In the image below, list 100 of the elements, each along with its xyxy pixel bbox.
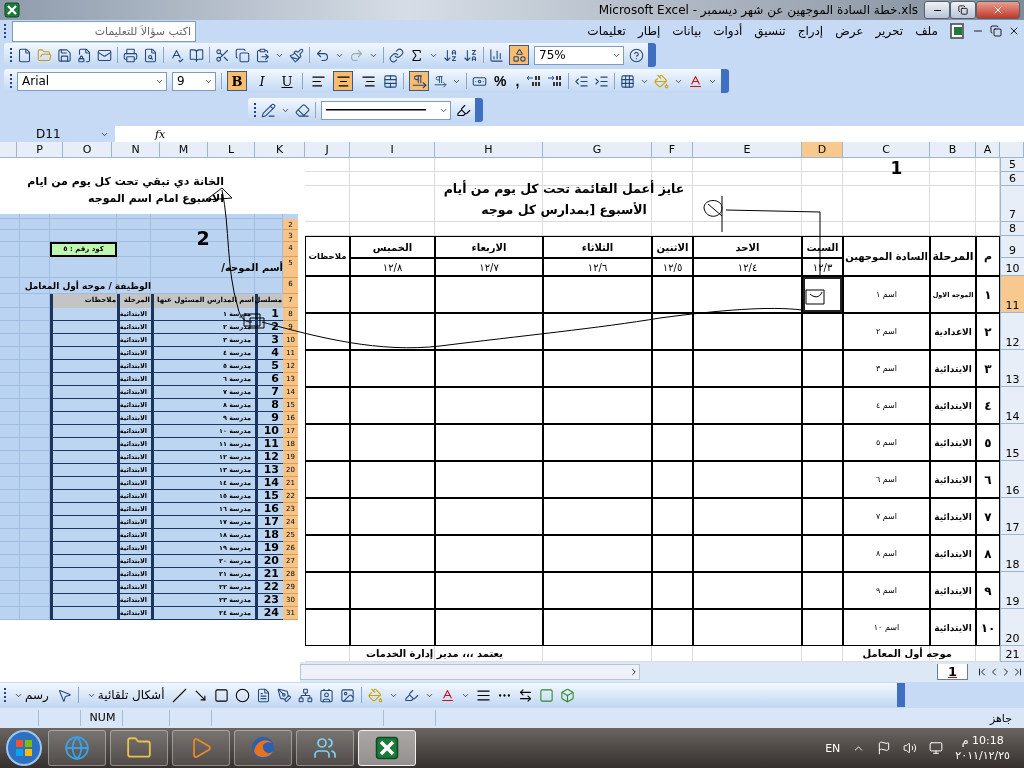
- eraser-icon[interactable]: [295, 102, 310, 118]
- speaker-icon[interactable]: [903, 741, 918, 755]
- table-cell[interactable]: [435, 350, 543, 387]
- column-header[interactable]: L: [208, 142, 255, 157]
- active-cell[interactable]: [802, 276, 843, 313]
- table-cell[interactable]: [802, 609, 843, 646]
- table-cell[interactable]: [802, 387, 843, 424]
- table-cell[interactable]: [802, 535, 843, 572]
- table-cell[interactable]: [802, 350, 843, 387]
- globe-icon[interactable]: [64, 735, 90, 761]
- network-icon[interactable]: [929, 741, 944, 755]
- table-cell[interactable]: [652, 387, 693, 424]
- merge-cells-icon[interactable]: [383, 73, 398, 89]
- row-header[interactable]: 6: [1000, 172, 1024, 186]
- printer-icon[interactable]: [123, 47, 138, 63]
- row-header[interactable]: 11: [1000, 276, 1024, 313]
- percent-style-button[interactable]: %: [492, 73, 509, 89]
- rectangle-icon[interactable]: [214, 687, 230, 703]
- pen-icon[interactable]: [277, 687, 293, 703]
- bold-button[interactable]: B: [227, 71, 247, 91]
- table-cell[interactable]: [543, 461, 652, 498]
- column-header[interactable]: K: [255, 142, 305, 157]
- table-cell[interactable]: [305, 535, 350, 572]
- sheet-tab[interactable]: 1: [936, 664, 968, 680]
- table-cell[interactable]: [435, 387, 543, 424]
- paintbrush-icon[interactable]: [289, 47, 304, 63]
- table-cell[interactable]: [350, 350, 435, 387]
- indent-decrease-icon[interactable]: [574, 73, 590, 89]
- table-cell[interactable]: [305, 313, 350, 350]
- menu-item[interactable]: عرض: [835, 24, 864, 38]
- oval-icon[interactable]: [235, 687, 251, 703]
- table-cell[interactable]: [350, 387, 435, 424]
- indent-increase-icon[interactable]: [594, 73, 610, 89]
- table-cell[interactable]: [652, 572, 693, 609]
- table-cell[interactable]: [350, 535, 435, 572]
- table-cell[interactable]: [435, 424, 543, 461]
- line-icon[interactable]: [172, 687, 188, 703]
- table-cell[interactable]: [693, 461, 802, 498]
- minimize-button[interactable]: [924, 1, 950, 19]
- table-cell[interactable]: [435, 572, 543, 609]
- table-cell[interactable]: [693, 424, 802, 461]
- new-file-icon[interactable]: [17, 47, 32, 63]
- row-header[interactable]: 10: [1000, 258, 1024, 276]
- row-header[interactable]: 9: [1000, 236, 1024, 258]
- cube-icon[interactable]: [560, 687, 576, 703]
- table-cell[interactable]: [693, 535, 802, 572]
- table-cell[interactable]: [652, 424, 693, 461]
- table-cell[interactable]: [305, 350, 350, 387]
- column-header[interactable]: M: [160, 142, 208, 157]
- table-cell[interactable]: [543, 313, 652, 350]
- clock[interactable]: 10:18 م ٢٠١١/١٢/٢٥: [955, 733, 1020, 763]
- table-cell[interactable]: [350, 572, 435, 609]
- column-header[interactable]: N: [112, 142, 160, 157]
- menu-item[interactable]: بيانات: [672, 24, 702, 38]
- row-header[interactable]: 7: [1000, 186, 1024, 222]
- table-cell[interactable]: [693, 609, 802, 646]
- pilcrow-icon[interactable]: [434, 74, 447, 88]
- table-cell[interactable]: [435, 535, 543, 572]
- restore-icon[interactable]: [958, 5, 968, 15]
- table-cell[interactable]: [435, 609, 543, 646]
- row-header[interactable]: 8: [1000, 222, 1024, 236]
- sort-descending-icon[interactable]: [463, 47, 478, 63]
- restore-icon[interactable]: [990, 25, 1002, 37]
- cut-icon[interactable]: [215, 47, 230, 63]
- shadow-icon[interactable]: [539, 687, 555, 703]
- horizontal-scrollbar[interactable]: [300, 664, 640, 680]
- excel-logo-icon[interactable]: [375, 736, 399, 760]
- pointer-icon[interactable]: [56, 687, 72, 703]
- table-cell[interactable]: [543, 350, 652, 387]
- menu-item[interactable]: إطار: [637, 24, 661, 38]
- table-cell[interactable]: [652, 535, 693, 572]
- decrease-decimal-icon[interactable]: [547, 75, 564, 87]
- first-sheet-icon[interactable]: [976, 666, 988, 678]
- contact-card-icon[interactable]: [319, 687, 335, 703]
- flag-icon[interactable]: [877, 741, 892, 755]
- menu-item[interactable]: إدراج: [797, 24, 824, 38]
- row-header[interactable]: 20: [1000, 609, 1024, 646]
- table-cell[interactable]: [435, 313, 543, 350]
- menu-item[interactable]: تعليمات: [587, 24, 626, 38]
- column-header[interactable]: O: [63, 142, 112, 157]
- sum-icon[interactable]: [409, 47, 424, 63]
- table-cell[interactable]: [802, 313, 843, 350]
- borders-icon[interactable]: [620, 73, 636, 89]
- arrow-style-icon[interactable]: [518, 687, 534, 703]
- diagram-icon[interactable]: [298, 687, 314, 703]
- table-cell[interactable]: [802, 498, 843, 535]
- language-indicator[interactable]: EN: [825, 741, 841, 755]
- font-color-icon[interactable]: [440, 687, 456, 703]
- restore-button[interactable]: [950, 1, 976, 19]
- underline-button[interactable]: U: [277, 71, 297, 91]
- table-cell[interactable]: [305, 609, 350, 646]
- name-box[interactable]: D11: [0, 126, 115, 142]
- table-cell[interactable]: [543, 535, 652, 572]
- save-icon[interactable]: [57, 47, 72, 63]
- table-cell[interactable]: [652, 313, 693, 350]
- font-color-icon[interactable]: [688, 73, 704, 89]
- mail-icon[interactable]: [97, 47, 112, 63]
- column-header[interactable]: I: [350, 142, 435, 157]
- table-cell[interactable]: [652, 498, 693, 535]
- table-cell[interactable]: [543, 276, 652, 313]
